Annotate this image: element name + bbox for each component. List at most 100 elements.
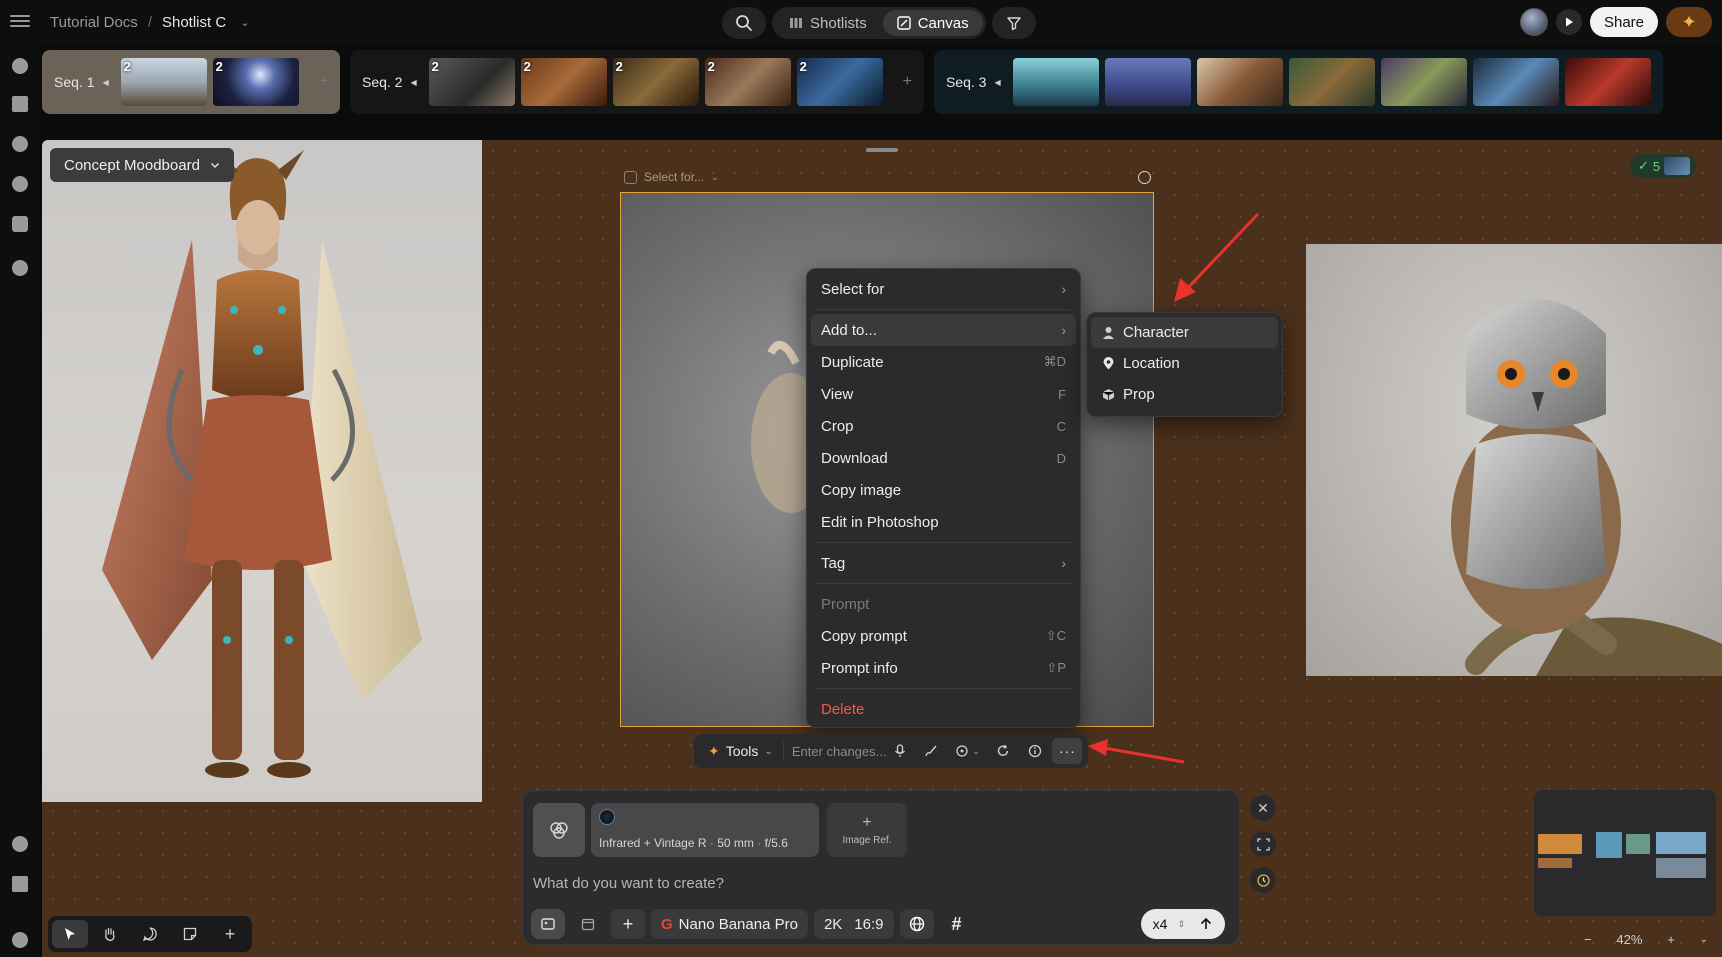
menu-item-add-to[interactable]: Add to... › xyxy=(811,314,1076,346)
tools-dropdown[interactable]: ✦ Tools ⌄ xyxy=(700,743,781,760)
help-icon[interactable] xyxy=(12,932,28,948)
brush-button[interactable] xyxy=(916,738,946,764)
shot-thumbnail[interactable]: 2 xyxy=(796,58,883,106)
style-picker-button[interactable] xyxy=(533,803,585,857)
pan-tool[interactable] xyxy=(92,920,128,948)
menu-item-view[interactable]: View F xyxy=(811,378,1076,410)
person-icon[interactable] xyxy=(12,136,28,152)
zoom-in-button[interactable]: + xyxy=(1667,932,1675,947)
expand-button[interactable] xyxy=(1250,831,1276,857)
sequence-group-3[interactable]: Seq. 3 ◀ xyxy=(933,50,1663,114)
breadcrumb-current[interactable]: Shotlist C xyxy=(162,14,226,31)
info-icon[interactable] xyxy=(12,260,28,276)
caret-left-icon[interactable]: ◀ xyxy=(102,78,108,87)
menu-item-tag[interactable]: Tag › xyxy=(811,547,1076,579)
menu-item-delete[interactable]: Delete xyxy=(811,693,1076,725)
shot-thumbnail[interactable] xyxy=(1564,58,1651,106)
prompt-input[interactable]: What do you want to create? xyxy=(533,875,724,892)
shot-thumbnail[interactable] xyxy=(1472,58,1559,106)
menu-item-crop[interactable]: Crop C xyxy=(811,410,1076,442)
chevron-down-icon[interactable]: ⌄ xyxy=(1700,934,1708,945)
add-button[interactable]: + xyxy=(611,909,645,939)
add-shot-button[interactable]: + xyxy=(319,73,328,91)
tab-shotlists[interactable]: Shotlists xyxy=(775,10,881,36)
select-checkbox[interactable] xyxy=(624,170,637,184)
tab-canvas[interactable]: Canvas xyxy=(882,10,983,36)
menu-item-edit-photoshop[interactable]: Edit in Photoshop xyxy=(811,506,1076,538)
menu-item-download[interactable]: Download D xyxy=(811,442,1076,474)
sequence-label[interactable]: Seq. 3 ◀ xyxy=(946,74,1001,90)
shot-thumbnail[interactable] xyxy=(1104,58,1191,106)
sparkle-button[interactable]: ✦ xyxy=(1666,7,1712,37)
shot-thumbnail[interactable]: 2 xyxy=(612,58,699,106)
zoom-level[interactable]: 42% xyxy=(1616,932,1642,947)
close-button[interactable]: ✕ xyxy=(1250,795,1276,821)
shot-thumbnail[interactable] xyxy=(1012,58,1099,106)
menu-item-prompt-info[interactable]: Prompt info ⇧P xyxy=(811,652,1076,684)
shot-thumbnail[interactable]: 2 xyxy=(120,58,207,106)
count-selector[interactable]: x4 xyxy=(1153,916,1168,932)
music-icon[interactable] xyxy=(12,836,28,852)
menu-item-select-for[interactable]: Select for › xyxy=(811,273,1076,305)
sequence-group-2[interactable]: Seq. 2 ◀ 2 2 2 2 2 + xyxy=(349,50,924,114)
chart-icon[interactable] xyxy=(12,876,28,892)
sequence-label[interactable]: Seq. 1 ◀ xyxy=(54,74,109,90)
add-tool[interactable]: + xyxy=(212,920,248,948)
canvas-image-owl[interactable] xyxy=(1306,244,1722,676)
share-button[interactable]: Share xyxy=(1589,7,1658,37)
circle-icon[interactable] xyxy=(1138,171,1151,184)
image-ref-button[interactable]: + Image Ref. xyxy=(827,803,907,857)
sequence-group-1[interactable]: Seq. 1 ◀ 2 2 + xyxy=(42,50,340,114)
menu-item-copy-image[interactable]: Copy image xyxy=(811,474,1076,506)
more-button[interactable]: ··· xyxy=(1052,738,1083,764)
folder-icon[interactable] xyxy=(12,96,28,112)
image-mode-button[interactable] xyxy=(531,909,565,939)
zoom-out-button[interactable]: − xyxy=(1584,932,1592,947)
search-button[interactable] xyxy=(722,7,766,39)
sticky-note-tool[interactable] xyxy=(172,920,208,948)
regenerate-button[interactable] xyxy=(988,738,1018,764)
info-button[interactable] xyxy=(1020,738,1050,764)
canvas-image-warrior[interactable] xyxy=(42,140,482,802)
submit-button[interactable] xyxy=(1195,913,1217,935)
style-card[interactable]: Infrared + Vintage R · 50 mm · f/5.6 xyxy=(591,803,819,857)
comment-tool[interactable] xyxy=(132,920,168,948)
shot-thumbnail[interactable]: 2 xyxy=(428,58,515,106)
shot-thumbnail[interactable] xyxy=(1380,58,1467,106)
cube-icon[interactable] xyxy=(12,216,28,232)
shot-thumbnail[interactable]: 2 xyxy=(212,58,299,106)
menu-icon[interactable] xyxy=(10,12,30,32)
menu-item-duplicate[interactable]: Duplicate ⌘D xyxy=(811,346,1076,378)
caret-left-icon[interactable]: ◀ xyxy=(994,78,1000,87)
select-for-control[interactable]: Select for... ⌄ xyxy=(624,170,719,184)
submenu-item-character[interactable]: Character xyxy=(1091,317,1278,348)
chat-icon[interactable] xyxy=(12,58,28,74)
history-button[interactable] xyxy=(1250,867,1276,893)
web-button[interactable] xyxy=(899,909,934,939)
hashtag-button[interactable]: # xyxy=(940,909,974,939)
model-selector[interactable]: G Nano Banana Pro xyxy=(651,909,808,939)
location-pin-icon[interactable] xyxy=(12,176,28,192)
moodboard-dropdown[interactable]: Concept Moodboard xyxy=(50,148,234,182)
avatar[interactable] xyxy=(1519,8,1548,36)
shot-thumbnail[interactable] xyxy=(1288,58,1375,106)
edit-input[interactable]: Enter changes... xyxy=(782,741,915,761)
filter-button[interactable] xyxy=(991,7,1036,39)
play-button[interactable] xyxy=(1555,9,1582,35)
breadcrumb-project[interactable]: Tutorial Docs xyxy=(50,14,138,31)
drag-handle[interactable] xyxy=(866,148,898,152)
approval-badge[interactable]: ✓ 5 xyxy=(1630,154,1697,178)
sequence-label[interactable]: Seq. 2 ◀ xyxy=(362,74,417,90)
target-button[interactable]: ⌄ xyxy=(948,738,986,764)
shot-thumbnail[interactable]: 2 xyxy=(520,58,607,106)
shot-thumbnail[interactable]: 2 xyxy=(704,58,791,106)
shot-thumbnail[interactable] xyxy=(1196,58,1283,106)
add-shot-button[interactable]: + xyxy=(903,73,912,91)
caret-left-icon[interactable]: ◀ xyxy=(410,78,416,87)
microphone-icon[interactable] xyxy=(894,744,906,758)
select-tool[interactable] xyxy=(52,920,88,948)
resolution-aspect-selector[interactable]: 2K 16:9 xyxy=(813,909,894,939)
submenu-item-prop[interactable]: Prop xyxy=(1091,379,1278,410)
submenu-item-location[interactable]: Location xyxy=(1091,348,1278,379)
menu-item-copy-prompt[interactable]: Copy prompt ⇧C xyxy=(811,620,1076,652)
